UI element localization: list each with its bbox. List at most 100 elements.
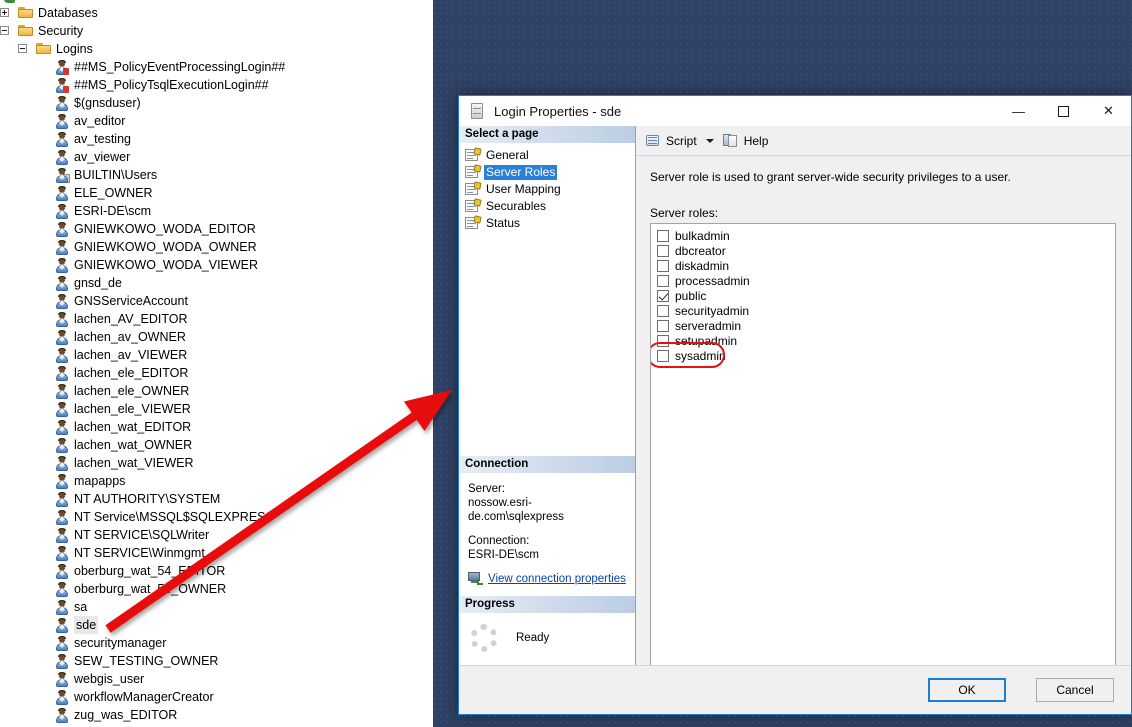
tree-node[interactable]: lachen_AV_EDITOR [54, 310, 187, 328]
minimize-button[interactable]: — [996, 96, 1041, 126]
tree-node[interactable]: lachen_ele_EDITOR [54, 364, 188, 382]
cancel-button[interactable]: Cancel [1036, 678, 1114, 702]
tree-node[interactable]: NT Service\MSSQL$SQLEXPRESS [54, 508, 274, 526]
tree-node[interactable]: av_editor [54, 112, 125, 130]
tree-node[interactable]: NT SERVICE\SQLWriter [54, 526, 209, 544]
page-list[interactable]: General Server Roles User Mapping Securable… [460, 144, 635, 232]
tree-node-label: lachen_AV_EDITOR [74, 312, 188, 326]
login-icon [54, 185, 70, 201]
folder-icon [36, 42, 52, 56]
tree-node[interactable]: av_testing [54, 130, 131, 148]
role-row-public[interactable]: public [657, 288, 1115, 303]
role-row-bulkadmin[interactable]: bulkadmin [657, 228, 1115, 243]
checkbox-sysadmin[interactable] [657, 349, 669, 362]
tree-node-label: securitymanager [74, 636, 167, 650]
expand-icon[interactable] [0, 8, 9, 17]
tree-node[interactable]: sa [54, 598, 87, 616]
close-button[interactable]: ✕ [1086, 96, 1131, 126]
tree-node[interactable]: av_viewer [54, 148, 130, 166]
page-item-status[interactable]: Status [465, 214, 635, 231]
checkbox-serveradmin[interactable] [657, 319, 669, 332]
page-item-user-mapping[interactable]: User Mapping [465, 180, 635, 197]
tree-node[interactable]: oberburg_wat_54_EDITOR [54, 562, 225, 580]
select-a-page-header: Select a page [460, 126, 635, 144]
tree-node[interactable]: ESRI-DE\scm [54, 202, 151, 220]
page-item-server-roles[interactable]: Server Roles [465, 163, 635, 180]
tree-node[interactable]: sde [54, 616, 99, 634]
tree-node[interactable]: GNIEWKOWO_WODA_OWNER [54, 238, 257, 256]
script-button[interactable]: Script [645, 133, 697, 148]
page-item-securables[interactable]: Securables [465, 197, 635, 214]
tree-node[interactable]: oberburg_wat_54_OWNER [54, 580, 226, 598]
view-connection-properties-row[interactable]: View connection properties [468, 572, 627, 586]
role-row-sysadmin[interactable]: sysadmin [657, 348, 1115, 363]
tree-node[interactable]: ##MS_PolicyEventProcessingLogin## [54, 58, 285, 76]
object-explorer-tree[interactable]: Databases Security Logins ##MS_PolicyEventP… [0, 0, 433, 727]
role-row-serveradmin[interactable]: serveradmin [657, 318, 1115, 333]
dialog-titlebar[interactable]: Login Properties - sde — ✕ [459, 96, 1131, 126]
help-button[interactable]: Help [722, 133, 768, 148]
tree-node[interactable]: $(gnsduser) [54, 94, 141, 112]
tree-node[interactable]: ##MS_PolicyTsqlExecutionLogin## [54, 76, 269, 94]
tree-node-label: NT AUTHORITY\SYSTEM [74, 492, 221, 506]
progress-header: Progress [460, 596, 635, 614]
tree-node-label: av_testing [74, 132, 131, 146]
main-pane: Script Help Server role is used to grant… [636, 126, 1130, 666]
checkbox-public[interactable] [657, 289, 669, 302]
computer-connection-icon [468, 572, 483, 586]
tree-node-label: workflowManagerCreator [74, 690, 214, 704]
tree-node[interactable]: lachen_av_VIEWER [54, 346, 187, 364]
tree-node[interactable]: Logins [36, 40, 93, 58]
tree-node[interactable]: lachen_wat_EDITOR [54, 418, 191, 436]
role-row-processadmin[interactable]: processadmin [657, 273, 1115, 288]
tree-node[interactable]: BUILTIN\Users [54, 166, 157, 184]
tree-node[interactable]: GNIEWKOWO_WODA_VIEWER [54, 256, 258, 274]
tree-node-label: GNIEWKOWO_WODA_EDITOR [74, 222, 256, 236]
checkbox-setupadmin[interactable] [657, 334, 669, 347]
login-icon [54, 275, 70, 291]
dialog-title: Login Properties - sde [494, 103, 622, 119]
tree-node[interactable]: Security [18, 22, 83, 40]
login-key-icon [54, 59, 70, 75]
tree-node[interactable]: mapapps [54, 472, 125, 490]
server-roles-list[interactable]: bulkadmin dbcreator diskadmin processadmin p… [650, 223, 1116, 666]
tree-node-label: sde [74, 616, 99, 634]
tree-node[interactable]: lachen_ele_VIEWER [54, 400, 191, 418]
role-row-setupadmin[interactable]: setupadmin [657, 333, 1115, 348]
tree-node[interactable]: SEW_TESTING_OWNER [54, 652, 218, 670]
view-connection-properties-link[interactable]: View connection properties [488, 572, 626, 586]
tree-node[interactable]: GNIEWKOWO_WODA_EDITOR [54, 220, 256, 238]
tree-top-strip [0, 0, 433, 3]
tree-node[interactable]: lachen_wat_VIEWER [54, 454, 194, 472]
tree-node[interactable]: ELE_OWNER [54, 184, 153, 202]
checkbox-bulkadmin[interactable] [657, 229, 669, 242]
tree-node[interactable]: zug_was_EDITOR [54, 706, 177, 724]
checkbox-diskadmin[interactable] [657, 259, 669, 272]
tree-node[interactable]: securitymanager [54, 634, 166, 652]
tree-node[interactable]: lachen_av_OWNER [54, 328, 186, 346]
role-row-dbcreator[interactable]: dbcreator [657, 243, 1115, 258]
tree-node[interactable]: gnsd_de [54, 274, 122, 292]
tree-node[interactable]: Databases [18, 4, 98, 22]
page-item-general[interactable]: General [465, 146, 635, 163]
maximize-button[interactable] [1041, 96, 1086, 126]
tree-node[interactable]: webgis_user [54, 670, 144, 688]
ok-button[interactable]: OK [928, 678, 1006, 702]
role-row-securityadmin[interactable]: securityadmin [657, 303, 1115, 318]
tree-node[interactable]: workflowManagerCreator [54, 688, 214, 706]
tree-node[interactable]: lachen_ele_OWNER [54, 382, 189, 400]
collapse-icon[interactable] [0, 26, 9, 35]
tree-node[interactable]: lachen_wat_OWNER [54, 436, 192, 454]
tree-node[interactable]: NT SERVICE\Winmgmt [54, 544, 205, 562]
checkbox-processadmin[interactable] [657, 274, 669, 287]
tree-node-label: GNIEWKOWO_WODA_VIEWER [74, 258, 259, 272]
script-dropdown-caret-icon[interactable] [705, 138, 714, 143]
checkbox-securityadmin[interactable] [657, 304, 669, 317]
tree-node[interactable]: NT AUTHORITY\SYSTEM [54, 490, 220, 508]
page-item-label: Status [486, 215, 521, 230]
tree-node-label: gnsd_de [74, 276, 122, 290]
checkbox-dbcreator[interactable] [657, 244, 669, 257]
tree-node[interactable]: GNSServiceAccount [54, 292, 188, 310]
role-row-diskadmin[interactable]: diskadmin [657, 258, 1115, 273]
collapse-icon[interactable] [18, 44, 27, 53]
